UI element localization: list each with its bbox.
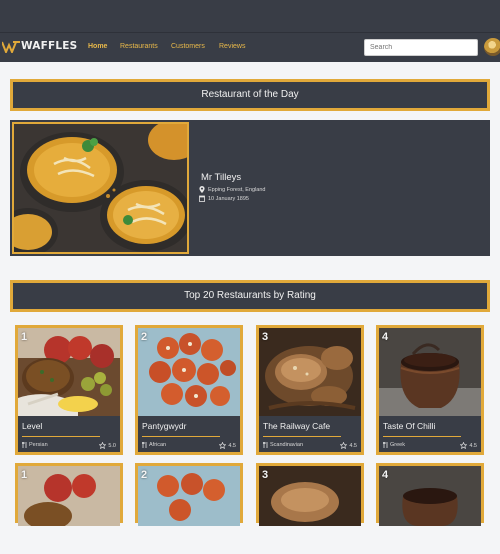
restaurant-location-text: Epping Forest, England [208, 186, 266, 193]
restaurant-cuisine-text: Persian [29, 442, 48, 448]
restaurant-card-image [259, 328, 361, 416]
restaurant-rank: 1 [21, 469, 28, 481]
card-divider [22, 436, 100, 437]
top-restaurants-heading: Top 20 Restaurants by Rating [10, 280, 490, 312]
brand-name[interactable]: WAFFLES [21, 40, 77, 52]
cutlery-icon [383, 442, 388, 448]
star-icon [460, 442, 468, 449]
restaurant-rank: 1 [21, 331, 28, 343]
restaurant-location: Epping Forest, England [199, 186, 265, 193]
restaurant-card[interactable]: 4 Taste Of Chilli Greek 4.5 [376, 325, 484, 455]
restaurant-rating-text: 4.5 [228, 442, 236, 449]
card-divider [263, 436, 341, 437]
restaurant-rank: 2 [141, 331, 148, 343]
restaurant-name[interactable]: Taste Of Chilli [383, 421, 435, 431]
restaurant-cuisine: Scandinavian [263, 442, 303, 448]
map-pin-icon [199, 186, 205, 193]
restaurant-card[interactable]: 4 [376, 463, 484, 526]
restaurant-cuisine-text: African [149, 442, 167, 448]
restaurant-name[interactable]: Pantygwydr [142, 421, 186, 431]
cutlery-icon [22, 442, 27, 448]
card-divider [383, 436, 461, 437]
restaurant-card[interactable]: 3 The Railway Cafe Scandinavian 4.5 [256, 325, 364, 455]
restaurant-rating-text: 5.0 [108, 442, 116, 449]
restaurant-card[interactable]: 1 Level Persian 5.0 [15, 325, 123, 455]
search-input[interactable] [364, 39, 478, 56]
restaurant-card[interactable]: 2 Pantygwydr African 4.5 [135, 325, 243, 455]
restaurant-card-image [379, 466, 481, 554]
restaurant-card-image [18, 466, 120, 554]
restaurant-rank: 2 [141, 469, 148, 481]
restaurant-cuisine: Persian [22, 442, 48, 448]
restaurant-card-image [259, 466, 361, 554]
nav-restaurants[interactable]: Restaurants [120, 43, 158, 50]
restaurant-rating: 4.5 [219, 442, 236, 449]
restaurant-card-image [138, 328, 240, 416]
restaurant-date-text: 10 January 1895 [208, 195, 249, 202]
restaurant-of-the-day-heading: Restaurant of the Day [10, 79, 490, 111]
restaurant-rating: 4.5 [340, 442, 357, 449]
restaurant-date: 10 January 1895 [199, 195, 249, 202]
restaurant-rating-text: 4.5 [469, 442, 477, 449]
nav-reviews[interactable]: Reviews [219, 43, 245, 50]
restaurant-cuisine-text: Greek [390, 442, 405, 448]
star-icon [219, 442, 227, 449]
star-icon [99, 442, 107, 449]
restaurant-rank: 3 [262, 331, 269, 343]
restaurant-of-the-day-name[interactable]: Mr Tilleys [201, 172, 241, 183]
restaurant-rank: 4 [382, 331, 389, 343]
cutlery-icon [263, 442, 268, 448]
restaurant-rank: 3 [262, 469, 269, 481]
restaurant-rank: 4 [382, 469, 389, 481]
restaurant-cuisine: African [142, 442, 166, 448]
restaurant-rating: 4.5 [460, 442, 477, 449]
restaurant-card[interactable]: 2 [135, 463, 243, 526]
nav-home[interactable]: Home [88, 43, 107, 50]
restaurant-card-image [18, 328, 120, 416]
avatar[interactable] [484, 38, 500, 56]
card-divider [142, 436, 220, 437]
top-strip [0, 0, 500, 32]
restaurant-name[interactable]: The Railway Cafe [263, 421, 330, 431]
restaurant-cuisine: Greek [383, 442, 405, 448]
waffles-logo-icon[interactable] [2, 40, 20, 54]
cutlery-icon [142, 442, 147, 448]
nav-customers[interactable]: Customers [171, 43, 205, 50]
restaurant-rating-text: 4.5 [349, 442, 357, 449]
restaurant-of-the-day-image [12, 122, 189, 254]
restaurant-card-image [379, 328, 481, 416]
restaurant-card[interactable]: 1 [15, 463, 123, 526]
restaurant-of-the-day-card[interactable]: Mr Tilleys Epping Forest, England 10 Jan… [10, 120, 490, 256]
restaurant-card[interactable]: 3 [256, 463, 364, 526]
restaurant-rating: 5.0 [99, 442, 116, 449]
restaurant-name[interactable]: Level [22, 421, 42, 431]
calendar-icon [199, 195, 205, 202]
star-icon [340, 442, 348, 449]
restaurant-cuisine-text: Scandinavian [270, 442, 304, 448]
restaurant-card-image [138, 466, 240, 554]
